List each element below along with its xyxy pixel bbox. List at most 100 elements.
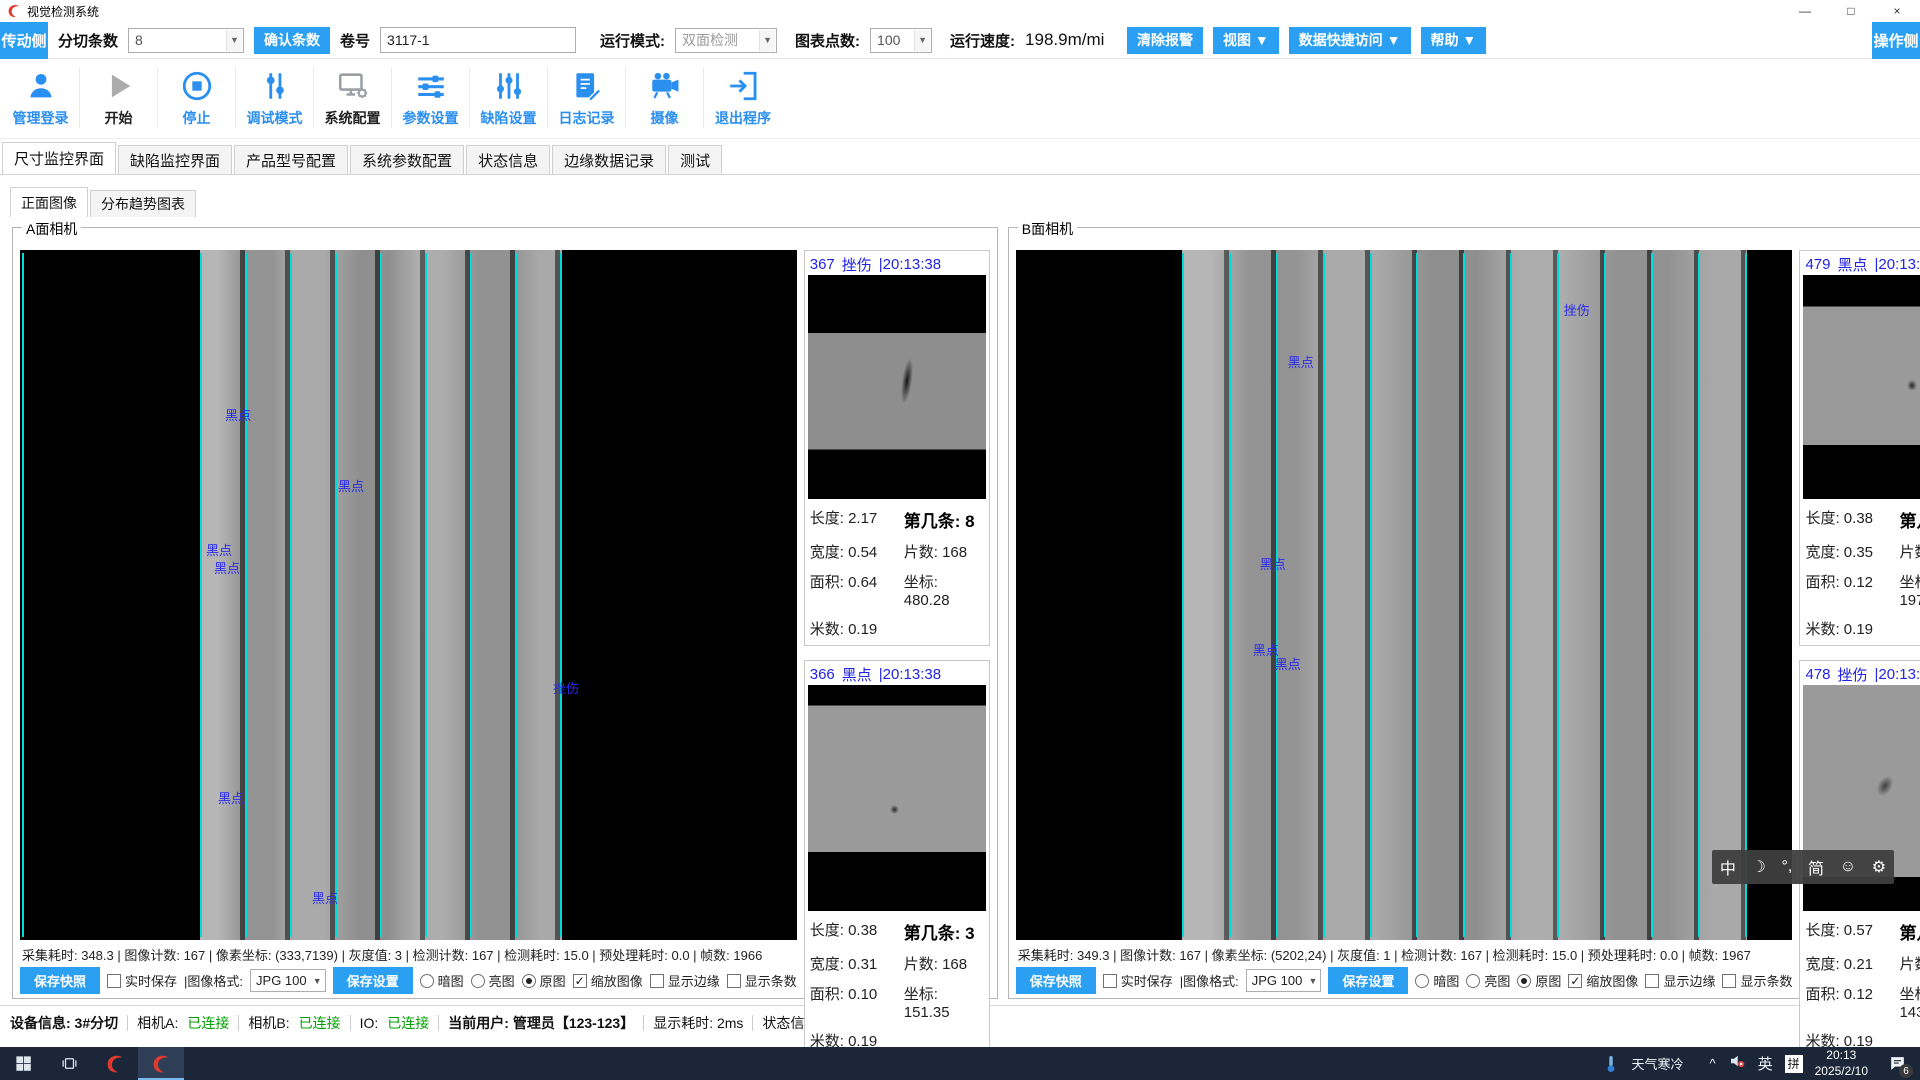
chart-points-dropdown[interactable]: 100 ▼	[870, 28, 932, 53]
help-menu-button[interactable]: 帮助 ▼	[1421, 27, 1487, 54]
language-indicator[interactable]: 英	[1758, 1053, 1773, 1074]
task-view-button[interactable]	[46, 1047, 92, 1080]
quick-data-menu-button[interactable]: 数据快捷访问 ▼	[1289, 27, 1411, 54]
weather-widget[interactable]: 天气寒冷	[1631, 1054, 1683, 1073]
start-button[interactable]: 开始	[80, 67, 158, 128]
defect-settings-button[interactable]: 缺陷设置	[470, 67, 548, 128]
dark-image-radio[interactable]: 暗图	[1415, 971, 1459, 990]
image-format-dropdown[interactable]: JPG 100▼	[1246, 969, 1322, 992]
admin-login-button[interactable]: 管理登录	[2, 67, 80, 128]
param-settings-button[interactable]: 参数设置	[392, 67, 470, 128]
save-settings-button[interactable]: 保存设置	[1328, 967, 1408, 994]
subtab-front-image[interactable]: 正面图像	[10, 187, 88, 217]
defect-type: 黑点	[1838, 254, 1868, 275]
defect-label: 黑点	[1288, 352, 1314, 371]
icon-toolbar: 管理登录 开始 停止 调试模式 系统配置 参数设置 缺陷设置 日志记录 摄像 退…	[0, 59, 1920, 139]
realtime-save-checkbox[interactable]: 实时保存	[107, 971, 177, 990]
camera-b-controls: 保存快照 实时保存 |图像格式: JPG 100▼ 保存设置 暗图 亮图 原图 …	[1016, 965, 1793, 994]
stop-button[interactable]: 停止	[158, 67, 236, 128]
exit-program-button[interactable]: 退出程序	[704, 67, 782, 128]
defect-card[interactable]: 366 黑点 |20:13:38 长度: 0.38第几条: 3 宽度: 0.31…	[804, 660, 990, 1058]
ime-badge[interactable]: 拼	[1785, 1055, 1803, 1073]
task-view-icon	[60, 1054, 79, 1073]
tab-size-monitor[interactable]: 尺寸监控界面	[2, 142, 116, 174]
log-record-button[interactable]: 日志记录	[548, 67, 626, 128]
bright-image-radio[interactable]: 亮图	[471, 971, 515, 990]
chart-points-value: 100	[877, 32, 900, 48]
close-button[interactable]: ×	[1874, 0, 1920, 22]
bright-image-radio[interactable]: 亮图	[1466, 971, 1510, 990]
show-count-checkbox[interactable]: 显示条数	[727, 971, 797, 990]
show-edge-checkbox[interactable]: 显示边缘	[650, 971, 720, 990]
operate-side-button[interactable]: 操作侧	[1872, 22, 1920, 59]
strip-edge-line	[425, 253, 427, 937]
realtime-save-checkbox[interactable]: 实时保存	[1103, 971, 1173, 990]
start-button[interactable]	[0, 1047, 46, 1080]
notification-badge: 6	[1899, 1064, 1913, 1078]
save-settings-button[interactable]: 保存设置	[333, 967, 413, 994]
minimize-button[interactable]: —	[1782, 0, 1828, 22]
clear-alarm-button[interactable]: 清除报警	[1127, 27, 1203, 54]
original-image-radio[interactable]: 原图	[1517, 971, 1561, 990]
roll-label: 卷号	[340, 30, 370, 51]
io-label: IO:	[360, 1015, 379, 1031]
view-menu-button[interactable]: 视图 ▼	[1213, 27, 1279, 54]
image-format-label: |图像格式:	[184, 971, 243, 990]
tab-status-info[interactable]: 状态信息	[466, 145, 550, 174]
defect-mark	[1874, 773, 1897, 799]
moon-icon[interactable]: ☽	[1752, 857, 1766, 877]
image-format-dropdown[interactable]: JPG 100▼	[250, 969, 326, 992]
save-snapshot-button[interactable]: 保存快照	[20, 967, 100, 994]
slit-count-dropdown[interactable]: 8 ▼	[128, 28, 244, 53]
tab-system-params[interactable]: 系统参数配置	[350, 145, 464, 174]
defect-card[interactable]: 479 黑点 |20:13:38 长度: 0.38第几条: 4 宽度: 0.35…	[1799, 250, 1920, 646]
speaker-muted-icon[interactable]	[1728, 1052, 1746, 1075]
radio-icon	[471, 974, 485, 988]
tab-edge-data[interactable]: 边缘数据记录	[552, 145, 666, 174]
ime-settings-gear-icon[interactable]: ⚙	[1872, 857, 1886, 877]
pinned-app-button[interactable]	[92, 1047, 138, 1080]
strip-edge-line	[1463, 253, 1465, 937]
run-mode-label: 运行模式:	[600, 30, 665, 51]
maximize-button[interactable]: □	[1828, 0, 1874, 22]
simplified-toggle[interactable]: 简	[1808, 855, 1824, 879]
defect-label: 挫伤	[553, 678, 579, 697]
confirm-count-button[interactable]: 确认条数	[254, 27, 330, 54]
tab-test[interactable]: 测试	[668, 145, 722, 174]
defect-card[interactable]: 367 挫伤 |20:13:38 长度: 2.17第几条: 8 宽度: 0.54…	[804, 250, 990, 646]
hidden-icons-chevron[interactable]: ^	[1709, 1056, 1715, 1071]
show-count-checkbox[interactable]: 显示条数	[1722, 971, 1792, 990]
drive-side-button[interactable]: 传动侧	[0, 22, 48, 59]
subtab-trend-chart[interactable]: 分布趋势图表	[90, 190, 196, 217]
roll-number-input[interactable]	[380, 27, 576, 53]
punctuation-toggle[interactable]: °,	[1782, 858, 1793, 876]
original-image-radio[interactable]: 原图	[522, 971, 566, 990]
capture-button[interactable]: 摄像	[626, 67, 704, 128]
running-app-button[interactable]	[138, 1047, 184, 1080]
strip-edge-line	[1651, 253, 1653, 937]
zoom-image-checkbox[interactable]: ✓缩放图像	[573, 971, 643, 990]
tab-product-model[interactable]: 产品型号配置	[234, 145, 348, 174]
dark-image-radio[interactable]: 暗图	[420, 971, 464, 990]
defect-thumbnail[interactable]	[808, 685, 986, 911]
tab-defect-monitor[interactable]: 缺陷监控界面	[118, 145, 232, 174]
zoom-image-checkbox[interactable]: ✓缩放图像	[1568, 971, 1638, 990]
show-edge-checkbox[interactable]: 显示边缘	[1645, 971, 1715, 990]
ime-mode-button[interactable]: 中	[1720, 855, 1736, 879]
notification-center-button[interactable]: 6	[1880, 1047, 1914, 1080]
save-snapshot-button[interactable]: 保存快照	[1016, 967, 1096, 994]
defect-thumbnail[interactable]	[1803, 275, 1920, 499]
strip-edge-line	[1323, 253, 1325, 937]
run-mode-value: 双面检测	[682, 30, 738, 50]
strip-edge-line	[22, 253, 24, 937]
defect-thumbnail[interactable]	[808, 275, 986, 499]
exit-icon	[726, 69, 760, 103]
system-config-button[interactable]: 系统配置	[314, 67, 392, 128]
debug-mode-button[interactable]: 调试模式	[236, 67, 314, 128]
clock[interactable]: 20:13 2025/2/10	[1815, 1048, 1868, 1079]
defect-label: 黑点	[1275, 654, 1301, 673]
app-logo-icon	[6, 3, 22, 19]
run-mode-dropdown[interactable]: 双面检测 ▼	[675, 28, 777, 53]
defect-label: 黑点	[206, 540, 232, 559]
emoji-button[interactable]: ☺	[1840, 858, 1856, 876]
